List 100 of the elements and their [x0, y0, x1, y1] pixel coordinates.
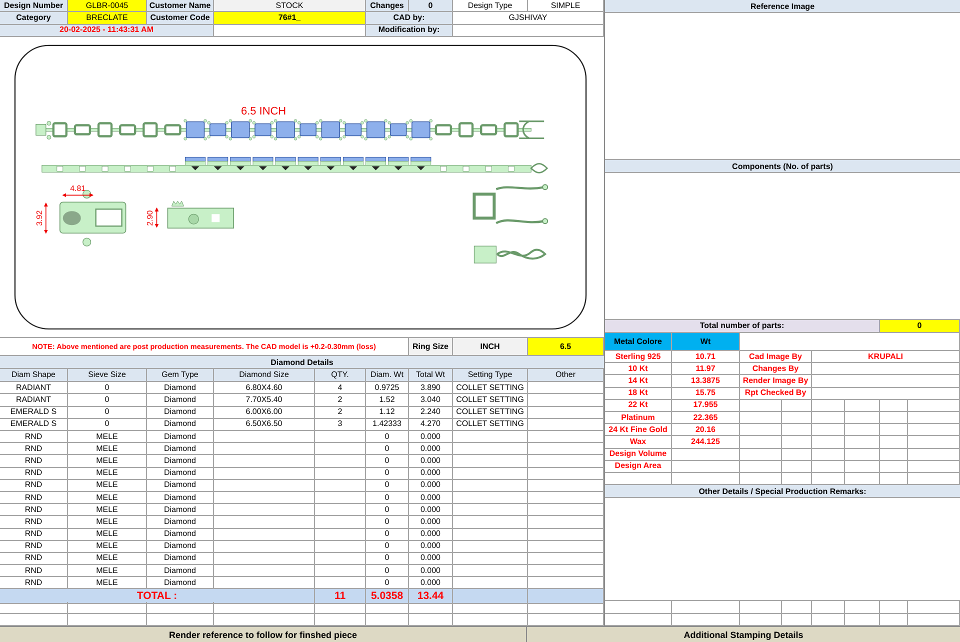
- empty-cell: [315, 443, 366, 456]
- table-cell: Diamond: [147, 382, 214, 394]
- table-cell: MELE: [68, 504, 147, 516]
- field-value: INCH: [453, 338, 528, 356]
- empty-cell: [147, 614, 214, 626]
- column-header: Sieve Size: [68, 369, 147, 382]
- table-cell: 0: [366, 480, 409, 492]
- table-cell: MELE: [68, 552, 147, 566]
- empty-cell: [782, 614, 812, 626]
- table-cell: MELE: [68, 443, 147, 456]
- empty-cell: [812, 601, 845, 614]
- metal-name: 10 Kt: [605, 363, 672, 376]
- total-value: 5.0358: [366, 589, 409, 604]
- table-cell: 2.240: [409, 406, 453, 419]
- empty-cell: [812, 460, 845, 473]
- metal-name: 18 Kt: [605, 388, 672, 400]
- field-value: GLBR-0045: [68, 0, 147, 12]
- empty-cell: [366, 614, 409, 626]
- table-cell: COLLET SETTING: [453, 406, 528, 419]
- empty-cell: [908, 424, 960, 436]
- empty-cell: [672, 460, 740, 473]
- empty-cell: [740, 448, 782, 461]
- table-cell: RND: [0, 540, 68, 553]
- table-cell: 0.000: [409, 480, 453, 492]
- table-cell: MELE: [68, 540, 147, 553]
- column-header: QTY.: [315, 369, 366, 382]
- metal-weight: 17.955: [672, 400, 740, 412]
- empty-cell: [908, 448, 960, 461]
- table-cell: 0: [366, 565, 409, 578]
- table-cell: Diamond: [147, 552, 214, 566]
- table-cell: Diamond: [147, 565, 214, 578]
- table-cell: MELE: [68, 480, 147, 492]
- column-header: Diam Shape: [0, 369, 68, 382]
- table-cell: 0.000: [409, 455, 453, 468]
- metal-weight: 13.3875: [672, 375, 740, 388]
- table-cell: Diamond: [147, 504, 214, 516]
- table-cell: 6.00X6.00: [214, 406, 315, 419]
- table-cell: 0.000: [409, 516, 453, 528]
- empty-cell: [782, 412, 812, 424]
- empty-cell: [605, 614, 672, 626]
- table-cell: 0.9725: [366, 382, 409, 394]
- table-cell: RADIANT: [0, 394, 68, 407]
- table-cell: RND: [0, 431, 68, 444]
- field-value: 6.5: [528, 338, 604, 356]
- empty-cell: [315, 614, 366, 626]
- date-time: 20-02-2025 - 11:43:31 AM: [0, 24, 214, 37]
- dimension-label: 4.81: [70, 184, 86, 194]
- empty-cell: [880, 614, 908, 626]
- table-cell: 0: [366, 443, 409, 456]
- table-cell: 0.000: [409, 504, 453, 516]
- total-value: 11: [315, 589, 366, 604]
- metal-weight: 20.16: [672, 424, 740, 436]
- table-cell: EMERALD S: [0, 418, 68, 431]
- table-cell: 4.270: [409, 418, 453, 431]
- table-cell: 0: [366, 552, 409, 566]
- table-cell: 0: [68, 382, 147, 394]
- table-cell: MELE: [68, 431, 147, 444]
- empty-cell: [409, 602, 453, 614]
- total-value: 13.44: [409, 589, 453, 604]
- table-cell: Diamond: [147, 455, 214, 468]
- empty-cell: [315, 455, 366, 468]
- table-cell: 3.890: [409, 382, 453, 394]
- table-cell: RND: [0, 455, 68, 468]
- column-header: Diam. Wt: [366, 369, 409, 382]
- empty-cell: [908, 400, 960, 412]
- table-cell: Diamond: [147, 516, 214, 528]
- credit-label: Render Image By: [740, 375, 812, 388]
- empty-cell: [366, 602, 409, 614]
- field-value: STOCK: [214, 0, 366, 12]
- table-cell: 0.000: [409, 552, 453, 566]
- table-cell: 2: [315, 394, 366, 407]
- table-cell: MELE: [68, 516, 147, 528]
- credit-label: Changes By: [740, 363, 812, 376]
- empty-cell: [845, 412, 880, 424]
- credit-label: Cad Image By: [740, 351, 812, 364]
- table-cell: 6.80X4.60: [214, 382, 315, 394]
- metal-weight: 22.365: [672, 412, 740, 424]
- table-cell: EMERALD S: [0, 406, 68, 419]
- empty-cell: [812, 614, 845, 626]
- field-label: Design Type: [453, 0, 528, 12]
- table-cell: RND: [0, 443, 68, 456]
- table-cell: RND: [0, 480, 68, 492]
- empty-cell: [740, 400, 782, 412]
- field-value: SIMPLE: [528, 0, 604, 12]
- field-label: Customer Code: [147, 12, 214, 25]
- metal-name: Design Volume: [605, 448, 672, 461]
- empty-cell: [672, 448, 740, 461]
- field-value: GJSHIVAY: [453, 12, 604, 25]
- table-cell: Diamond: [147, 394, 214, 407]
- table-cell: 0.000: [409, 468, 453, 480]
- empty-cell: [315, 468, 366, 480]
- table-cell: 0: [366, 504, 409, 516]
- empty-cell: [315, 516, 366, 528]
- table-cell: 0.000: [409, 431, 453, 444]
- empty-cell: [880, 448, 908, 461]
- table-cell: 6.50X6.50: [214, 418, 315, 431]
- length-label: 6.5 INCH: [241, 105, 286, 118]
- table-cell: RND: [0, 492, 68, 504]
- clasp-drawing: [60, 190, 126, 246]
- metal-weight: 15.75: [672, 388, 740, 400]
